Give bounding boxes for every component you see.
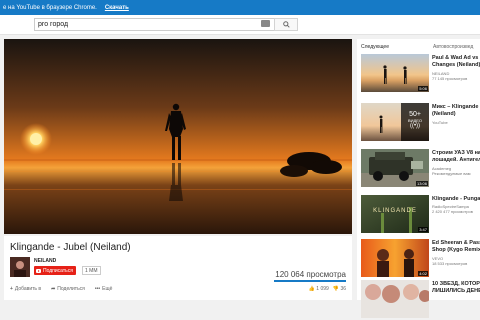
like-count: 1 099 (316, 286, 329, 292)
video-thumbnail[interactable]: 50+ ВИДЕО ((•)) (361, 103, 429, 141)
video-thumbnail[interactable]: KLINGANDE 3:47 (361, 195, 429, 233)
title-line: Klingande - Punga (432, 196, 480, 202)
masthead: pro город (0, 15, 480, 35)
video-title[interactable]: Микс – Klingande (Neiland) (432, 104, 480, 118)
list-item[interactable]: 50+ ВИДЕО ((•)) Микс – Klingande (Neiland… (361, 103, 480, 143)
promo-text: е на YouTube в браузере Chrome. (3, 4, 97, 11)
up-next-sidebar: Следующее Автовоспроизвед 5:06 Paul & Wa… (357, 39, 480, 318)
more-button[interactable]: ••• Ещё (95, 286, 113, 292)
share-button[interactable]: ➦ Поделиться (51, 286, 85, 292)
subscriber-count: 1 MM (82, 266, 101, 275)
more-dots-icon: ••• (94, 286, 101, 292)
view-count: 77 145 просмотров (432, 76, 468, 81)
video-title[interactable]: Klingande - Punga (432, 196, 480, 203)
subscribe-button[interactable]: Подписаться (34, 266, 76, 275)
channel-name[interactable]: NEILAND (34, 258, 56, 264)
video-duration: 4:02 (418, 271, 428, 276)
list-item[interactable]: 13:06 Строим УАЗ V8 на лошадей. Антигели … (361, 149, 480, 189)
keyboard-icon[interactable] (261, 20, 270, 27)
action-bar: + Добавить в ➦ Поделиться ••• Ещё (10, 286, 112, 292)
up-next-heading: Следующее (361, 44, 389, 50)
youtube-play-icon (36, 269, 41, 273)
title-line: Ed Sheeran & Pass (432, 240, 480, 246)
video-frame (4, 39, 352, 234)
title-line: (Neiland) (432, 111, 456, 117)
subscribe-label: Подписаться (43, 268, 73, 274)
video-thumbnail[interactable]: 5:06 (361, 54, 429, 92)
video-thumbnail[interactable] (361, 280, 429, 318)
promo-download-link[interactable]: Скачать (105, 5, 129, 11)
title-line: Микс – Klingande (432, 104, 479, 110)
like-ratio-bar (274, 280, 346, 282)
view-count: 2 420 477 просмотров (432, 209, 473, 214)
more-label: Ещё (102, 286, 113, 292)
video-thumbnail[interactable]: 4:02 (361, 239, 429, 277)
video-info-panel: Klingande - Jubel (Neiland) NEILAND Подп… (4, 236, 352, 300)
rating-bar: 👍 1 099 👎 36 (309, 286, 346, 292)
thumbnail-text: KLINGANDE (373, 208, 417, 214)
dislike-count: 36 (340, 286, 346, 292)
title-line: ЛИШИЛИСЬ ДЕНЕ (432, 288, 480, 294)
thumbs-up-icon: 👍 (308, 286, 315, 292)
title-line: лошадей. Антигели (432, 157, 480, 163)
list-item[interactable]: 4:02 Ed Sheeran & Pass Shop (Kygo Remix) … (361, 239, 480, 279)
channel-name: YouTube (432, 120, 448, 125)
video-duration: 13:06 (415, 181, 428, 186)
video-duration: 5:06 (418, 86, 428, 91)
recommendation-note: Рекомендуемые вам (432, 171, 471, 176)
title-line: Shop (Kygo Remix) (432, 247, 480, 253)
add-to-button[interactable]: + Добавить в (10, 286, 41, 292)
search-icon (282, 21, 290, 28)
list-item[interactable]: 5:06 Paul & Wad Ad vs NelChanges (Neilan… (361, 54, 480, 94)
dislike-button[interactable]: 👎 36 (333, 286, 346, 292)
video-player[interactable] (4, 39, 352, 234)
title-line: Changes (Neiland) (432, 62, 480, 68)
video-title[interactable]: Строим УАЗ V8 на лошадей. Антигели (432, 150, 480, 164)
search-button[interactable] (274, 18, 298, 31)
view-count: 18 533 просмотров (432, 261, 468, 266)
view-count: 120 064 просмотра (275, 270, 346, 279)
plus-icon: + (10, 286, 13, 292)
title-line: 10 ЗВЕЗД, КОТОР (432, 281, 480, 287)
mix-icon: ((•)) (409, 123, 421, 129)
title-line: Строим УАЗ V8 на (432, 150, 480, 156)
autoplay-toggle[interactable]: Автовоспроизвед (433, 44, 473, 50)
video-title: Klingande - Jubel (Neiland) (10, 242, 131, 253)
video-title[interactable]: Ed Sheeran & Pass Shop (Kygo Remix) (432, 240, 480, 254)
thumbs-down-icon: 👎 (332, 286, 340, 292)
chrome-promo-bar: е на YouTube в браузере Chrome. Скачать (0, 0, 480, 15)
list-item[interactable]: 10 ЗВЕЗД, КОТОР ЛИШИЛИСЬ ДЕНЕ (361, 280, 480, 320)
playlist-overlay: 50+ ВИДЕО ((•)) (401, 111, 429, 129)
add-to-label: Добавить в (14, 286, 42, 292)
video-thumbnail[interactable]: 13:06 (361, 149, 429, 187)
video-duration: 3:47 (418, 227, 428, 232)
channel-avatar[interactable] (10, 257, 30, 277)
title-line: Paul & Wad Ad vs Nel (432, 55, 480, 61)
list-item[interactable]: KLINGANDE 3:47 Klingande - Punga RadioSp… (361, 195, 480, 235)
video-title[interactable]: Paul & Wad Ad vs NelChanges (Neiland) (432, 55, 480, 69)
video-title[interactable]: 10 ЗВЕЗД, КОТОР ЛИШИЛИСЬ ДЕНЕ (432, 281, 480, 295)
search-input[interactable]: pro город (34, 18, 275, 31)
playlist-count: 50+ (409, 111, 421, 118)
share-icon: ➦ (51, 286, 56, 292)
like-button[interactable]: 👍 1 099 (309, 286, 329, 292)
share-label: Поделиться (57, 286, 85, 292)
